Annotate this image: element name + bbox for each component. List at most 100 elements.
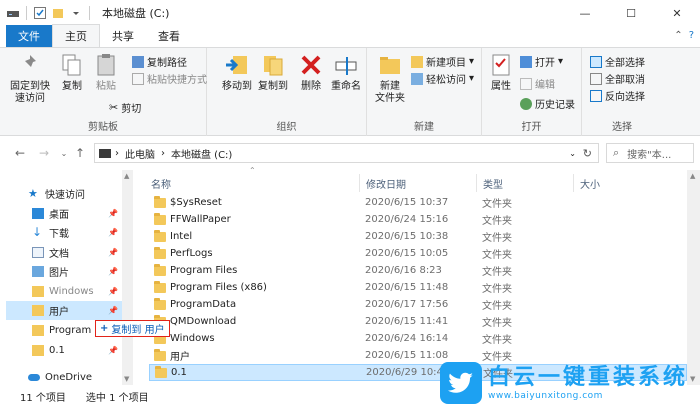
- back-arrow-icon[interactable]: ←: [12, 145, 28, 161]
- search-box[interactable]: ⌕ 搜索"本...: [606, 143, 694, 163]
- copy-path-label: 复制路径: [147, 58, 187, 69]
- delete-button[interactable]: 删除: [297, 52, 325, 93]
- select-none-button[interactable]: 全部取消: [590, 71, 645, 86]
- new-item-button[interactable]: 新建项目 ▾: [411, 54, 474, 69]
- nav-label: 图片: [49, 268, 69, 279]
- search-placeholder: 搜索"本...: [627, 149, 672, 161]
- pin-icon: 📌: [108, 267, 118, 276]
- rename-label: 重命名: [331, 81, 361, 92]
- file-type: 文件夹: [482, 233, 512, 244]
- column-header-name[interactable]: 名称: [151, 174, 171, 192]
- nav-item-windows[interactable]: Windows 📌: [32, 282, 122, 301]
- file-name-text: Program Files (x86): [170, 282, 267, 293]
- column-divider[interactable]: [476, 174, 477, 192]
- file-row[interactable]: Program Files (x86) 2020/6/15 11:48 文件夹: [149, 279, 687, 296]
- pin-icon: 📌: [108, 306, 118, 315]
- file-row[interactable]: $SysReset 2020/6/15 10:37 文件夹: [149, 194, 687, 211]
- file-list-scrollbar[interactable]: ▲ ▼: [687, 170, 700, 385]
- file-name: Program Files: [154, 263, 237, 276]
- file-row[interactable]: FFWallPaper 2020/6/24 15:16 文件夹: [149, 211, 687, 228]
- chevron-up-icon[interactable]: ⌃: [674, 30, 682, 41]
- properties-button[interactable]: 属性: [486, 52, 516, 93]
- breadcrumb-local-disk[interactable]: 本地磁盘 (C:): [171, 146, 232, 161]
- file-row[interactable]: ProgramData 2020/6/17 17:56 文件夹: [149, 296, 687, 313]
- navigation-pane: ★ 快速访问 桌面 📌 ↓ 下载 📌 文档 📌 图片 📌 Windows 📌 用…: [0, 170, 133, 385]
- pin-quick-access-button[interactable]: 固定到快 速访问: [8, 52, 52, 105]
- close-button[interactable]: ✕: [654, 0, 700, 26]
- title-bar: 本地磁盘 (C:) — ☐ ✕: [0, 0, 700, 26]
- maximize-button[interactable]: ☐: [608, 0, 654, 26]
- nav-item-0-1[interactable]: 0.1 📌: [32, 341, 122, 360]
- file-date: 2020/6/29 10:41: [366, 367, 450, 378]
- easy-access-button[interactable]: 轻松访问 ▾: [411, 71, 474, 86]
- nav-item-documents[interactable]: 文档 📌: [32, 243, 122, 262]
- toolbar-separator: [89, 6, 90, 20]
- file-row[interactable]: Program Files 2020/6/16 8:23 文件夹: [149, 262, 687, 279]
- nav-scrollbar[interactable]: ▲ ▼: [122, 170, 133, 385]
- file-name-text: $SysReset: [170, 197, 222, 208]
- file-row[interactable]: QMDownload 2020/6/15 11:41 文件夹: [149, 313, 687, 330]
- open-button[interactable]: 打开 ▾: [520, 54, 563, 69]
- file-type: 文件夹: [482, 216, 512, 227]
- file-type: 文件夹: [482, 284, 512, 295]
- plus-icon: +: [100, 323, 109, 334]
- tab-share[interactable]: 共享: [100, 25, 146, 47]
- column-divider[interactable]: [359, 174, 360, 192]
- file-row[interactable]: Windows 2020/6/24 16:14 文件夹: [149, 330, 687, 347]
- nav-item-pictures[interactable]: 图片 📌: [32, 262, 122, 281]
- nav-item-users[interactable]: 用户 📌: [6, 301, 122, 320]
- tab-file[interactable]: 文件: [6, 25, 52, 47]
- cut-button[interactable]: ✂ 剪切: [109, 100, 141, 115]
- file-name: 用户: [154, 348, 190, 363]
- paste-shortcut-button[interactable]: 粘贴快捷方式: [132, 71, 207, 86]
- nav-item-desktop[interactable]: 桌面 📌: [32, 204, 122, 223]
- forward-arrow-icon[interactable]: →: [36, 145, 52, 161]
- move-to-button[interactable]: 移动到: [219, 52, 255, 93]
- file-row[interactable]: PerfLogs 2020/6/15 10:05 文件夹: [149, 245, 687, 262]
- edit-label: 编辑: [535, 80, 555, 91]
- refresh-icon[interactable]: ↻: [583, 147, 592, 160]
- up-arrow-icon[interactable]: ↑: [72, 145, 88, 161]
- paste-button[interactable]: 粘贴: [90, 52, 122, 93]
- column-header-date[interactable]: 修改日期: [366, 174, 406, 192]
- new-folder-button[interactable]: 新建 文件夹: [373, 52, 407, 105]
- file-row[interactable]: Intel 2020/6/15 10:38 文件夹: [149, 228, 687, 245]
- scroll-down-icon[interactable]: ▼: [124, 375, 129, 383]
- edit-button[interactable]: 编辑: [520, 76, 555, 91]
- folder-icon: [154, 212, 166, 225]
- customize-dropdown-icon[interactable]: [69, 6, 83, 20]
- breadcrumb-separator-icon: ›: [115, 147, 119, 159]
- address-dropdown-icon[interactable]: ⌄: [569, 149, 576, 158]
- column-divider[interactable]: [573, 174, 574, 192]
- copy-path-button[interactable]: 复制路径: [132, 54, 187, 69]
- copy-button[interactable]: 复制: [56, 52, 88, 93]
- file-date: 2020/6/15 10:38: [365, 231, 449, 242]
- file-name: Intel: [154, 229, 192, 242]
- tab-home[interactable]: 主页: [52, 24, 100, 47]
- address-bar[interactable]: › 此电脑 › 本地磁盘 (C:) ⌄ ↻: [94, 143, 599, 163]
- rename-button[interactable]: 重命名: [329, 52, 363, 93]
- file-type: 文件夹: [482, 318, 512, 329]
- select-all-button[interactable]: 全部选择: [590, 54, 645, 69]
- folder-icon: [154, 297, 166, 310]
- scroll-up-icon[interactable]: ▲: [690, 172, 695, 180]
- recent-dropdown-icon[interactable]: ⌄: [56, 145, 72, 161]
- properties-check-icon[interactable]: [33, 6, 47, 20]
- new-folder-icon[interactable]: [51, 6, 65, 20]
- column-header-size[interactable]: 大小: [580, 174, 600, 192]
- column-header-type[interactable]: 类型: [483, 174, 503, 192]
- tab-view[interactable]: 查看: [146, 25, 192, 47]
- nav-item-downloads[interactable]: ↓ 下载 📌: [32, 223, 122, 242]
- help-icon[interactable]: ?: [689, 30, 694, 41]
- breadcrumb-this-pc[interactable]: 此电脑: [125, 146, 155, 161]
- copy-to-button[interactable]: 复制到: [255, 52, 291, 93]
- invert-selection-button[interactable]: 反向选择: [590, 88, 645, 103]
- group-clipboard: 固定到快 速访问 复制 粘贴 复制路径 粘贴快捷方式 ✂ 剪切 剪贴板: [0, 48, 207, 136]
- nav-label: 用户: [49, 307, 69, 318]
- cut-label: 剪切: [121, 104, 142, 115]
- scroll-up-icon[interactable]: ▲: [124, 172, 129, 180]
- address-row: ← → ⌄ ↑ › 此电脑 › 本地磁盘 (C:) ⌄ ↻ ⌕ 搜索"本...: [0, 140, 700, 166]
- history-button[interactable]: 历史记录: [520, 96, 575, 111]
- breadcrumb-separator-icon: ›: [161, 147, 165, 159]
- minimize-button[interactable]: —: [562, 0, 608, 26]
